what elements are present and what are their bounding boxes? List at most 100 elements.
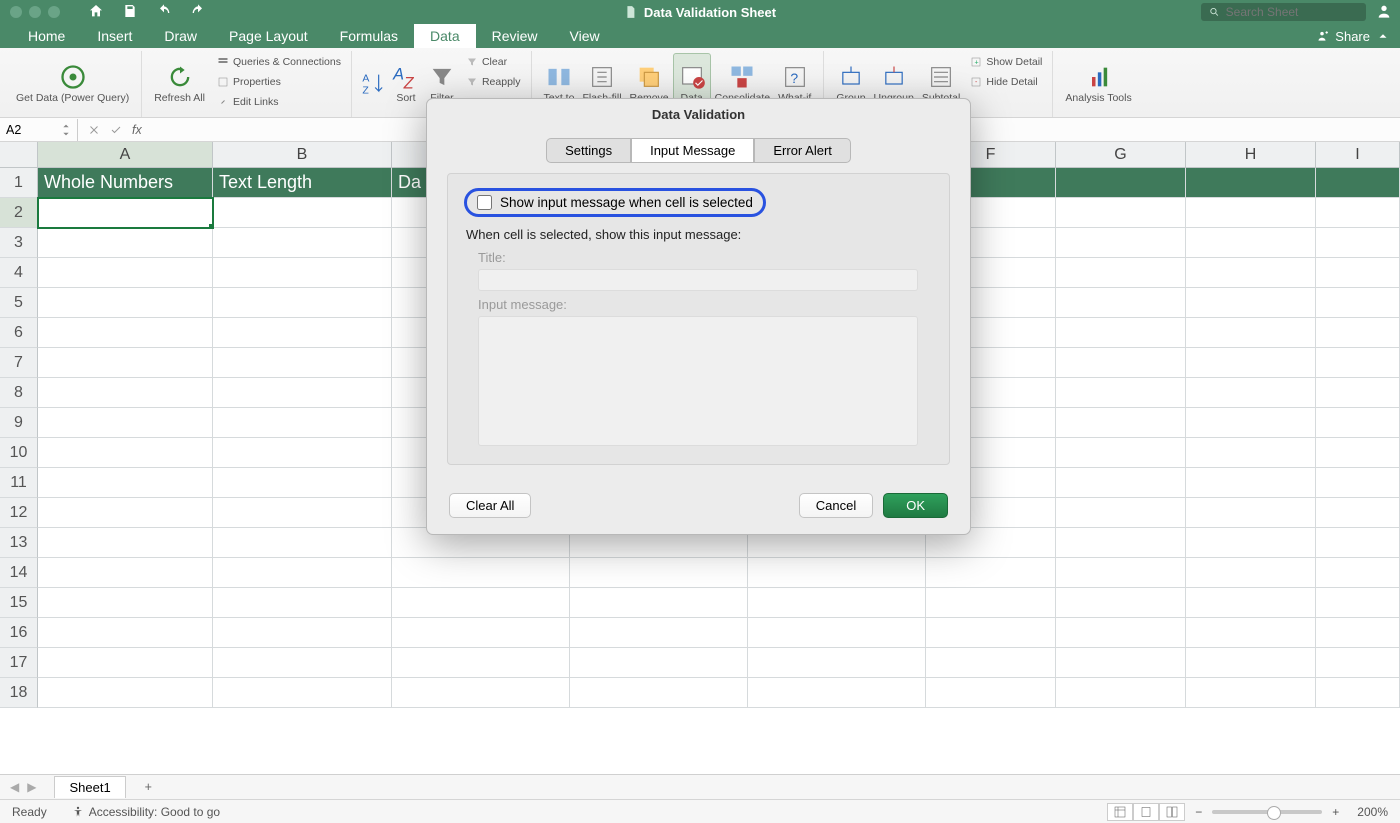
cell[interactable] bbox=[38, 588, 213, 618]
cell[interactable] bbox=[748, 678, 926, 708]
search-sheet-box[interactable] bbox=[1201, 3, 1366, 21]
name-box-dropdown-icon[interactable] bbox=[61, 121, 71, 139]
tab-view[interactable]: View bbox=[554, 24, 616, 48]
cell[interactable] bbox=[1316, 498, 1400, 528]
cell[interactable] bbox=[1186, 198, 1316, 228]
cell[interactable] bbox=[1186, 648, 1316, 678]
cell[interactable] bbox=[1186, 288, 1316, 318]
analysis-tools-button[interactable]: Analysis Tools bbox=[1061, 53, 1135, 115]
cell[interactable] bbox=[1316, 678, 1400, 708]
cell[interactable] bbox=[213, 468, 392, 498]
row-header[interactable]: 6 bbox=[0, 318, 38, 348]
cell[interactable] bbox=[926, 618, 1056, 648]
row-header[interactable]: 3 bbox=[0, 228, 38, 258]
input-message-textarea[interactable] bbox=[478, 316, 918, 446]
zoom-slider[interactable] bbox=[1212, 810, 1322, 814]
cell[interactable] bbox=[38, 648, 213, 678]
redo-icon[interactable] bbox=[190, 3, 206, 22]
row-header[interactable]: 7 bbox=[0, 348, 38, 378]
row-header[interactable]: 16 bbox=[0, 618, 38, 648]
row-header[interactable]: 9 bbox=[0, 408, 38, 438]
cell[interactable] bbox=[38, 678, 213, 708]
cell[interactable] bbox=[1186, 408, 1316, 438]
title-input[interactable] bbox=[478, 269, 918, 291]
cell[interactable] bbox=[1186, 588, 1316, 618]
cell[interactable] bbox=[213, 528, 392, 558]
hide-detail-button[interactable]: -Hide Detail bbox=[968, 73, 1044, 91]
row-header[interactable]: 5 bbox=[0, 288, 38, 318]
cell[interactable] bbox=[213, 678, 392, 708]
cell[interactable] bbox=[1056, 228, 1186, 258]
cell[interactable] bbox=[1186, 498, 1316, 528]
row-header[interactable]: 12 bbox=[0, 498, 38, 528]
accessibility-status[interactable]: Accessibility: Good to go bbox=[71, 805, 220, 819]
page-break-view-button[interactable] bbox=[1159, 803, 1185, 821]
cell[interactable] bbox=[213, 618, 392, 648]
cell[interactable] bbox=[748, 558, 926, 588]
dialog-tab-error-alert[interactable]: Error Alert bbox=[754, 138, 851, 163]
cell[interactable] bbox=[1056, 678, 1186, 708]
sort-az-button[interactable]: AZ bbox=[360, 53, 388, 115]
cell[interactable] bbox=[38, 378, 213, 408]
cell[interactable] bbox=[926, 558, 1056, 588]
cell[interactable] bbox=[213, 288, 392, 318]
cell[interactable] bbox=[748, 648, 926, 678]
cell[interactable] bbox=[1056, 588, 1186, 618]
cell[interactable] bbox=[213, 198, 392, 228]
row-header[interactable]: 1 bbox=[0, 168, 38, 198]
cell[interactable] bbox=[1186, 468, 1316, 498]
cell[interactable] bbox=[392, 648, 570, 678]
cell[interactable] bbox=[1056, 318, 1186, 348]
cell[interactable] bbox=[1056, 198, 1186, 228]
cell[interactable] bbox=[213, 558, 392, 588]
collapse-ribbon-icon[interactable] bbox=[1376, 29, 1390, 43]
cell[interactable] bbox=[1186, 528, 1316, 558]
sheet-nav-next-icon[interactable]: ▶ bbox=[27, 780, 36, 794]
cell[interactable] bbox=[38, 528, 213, 558]
row-header[interactable]: 4 bbox=[0, 258, 38, 288]
maximize-window-icon[interactable] bbox=[48, 6, 60, 18]
cell[interactable] bbox=[926, 648, 1056, 678]
cell[interactable] bbox=[1056, 528, 1186, 558]
cell[interactable] bbox=[1056, 168, 1186, 198]
show-input-message-checkbox[interactable] bbox=[477, 195, 492, 210]
cell[interactable] bbox=[1056, 288, 1186, 318]
cell[interactable] bbox=[1056, 258, 1186, 288]
row-header[interactable]: 13 bbox=[0, 528, 38, 558]
cell[interactable] bbox=[1056, 498, 1186, 528]
get-data-button[interactable]: Get Data (Power Query) bbox=[12, 53, 133, 115]
cell[interactable] bbox=[1316, 558, 1400, 588]
close-window-icon[interactable] bbox=[10, 6, 22, 18]
cell[interactable] bbox=[38, 408, 213, 438]
sheet-tab[interactable]: Sheet1 bbox=[54, 776, 125, 798]
add-sheet-button[interactable]: + bbox=[136, 777, 161, 797]
cell[interactable] bbox=[213, 348, 392, 378]
save-icon[interactable] bbox=[122, 3, 138, 22]
row-header[interactable]: 8 bbox=[0, 378, 38, 408]
tab-insert[interactable]: Insert bbox=[81, 24, 148, 48]
cell[interactable] bbox=[1186, 438, 1316, 468]
row-header[interactable]: 14 bbox=[0, 558, 38, 588]
cell[interactable] bbox=[1316, 198, 1400, 228]
column-header-b[interactable]: B bbox=[213, 142, 392, 167]
cell[interactable] bbox=[570, 648, 748, 678]
reapply-filter-button[interactable]: Reapply bbox=[464, 73, 523, 91]
fx-label[interactable]: fx bbox=[132, 123, 142, 137]
cell[interactable] bbox=[1056, 618, 1186, 648]
cell[interactable] bbox=[1056, 348, 1186, 378]
cell[interactable] bbox=[1316, 348, 1400, 378]
cell[interactable] bbox=[38, 468, 213, 498]
column-header-g[interactable]: G bbox=[1056, 142, 1186, 167]
cancel-button[interactable]: Cancel bbox=[799, 493, 873, 518]
cell[interactable] bbox=[1186, 258, 1316, 288]
cell[interactable] bbox=[748, 618, 926, 648]
cell[interactable] bbox=[1186, 378, 1316, 408]
cell[interactable] bbox=[392, 588, 570, 618]
cell[interactable] bbox=[1056, 378, 1186, 408]
cell[interactable] bbox=[1316, 438, 1400, 468]
cell[interactable] bbox=[1316, 648, 1400, 678]
tab-review[interactable]: Review bbox=[476, 24, 554, 48]
cell[interactable] bbox=[213, 258, 392, 288]
clear-all-button[interactable]: Clear All bbox=[449, 493, 531, 518]
cell[interactable] bbox=[926, 588, 1056, 618]
